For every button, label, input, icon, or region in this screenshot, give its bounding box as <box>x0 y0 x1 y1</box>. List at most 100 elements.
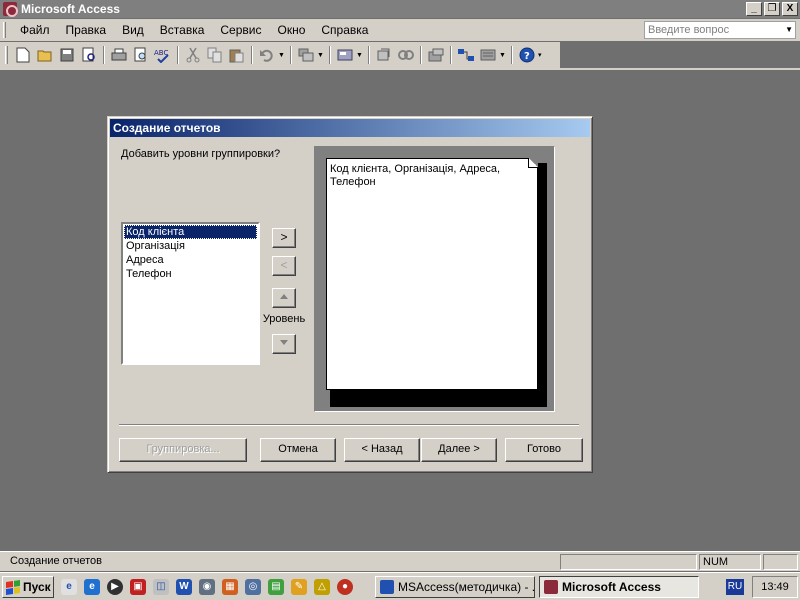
toolbar-separator <box>450 46 452 64</box>
new-object-icon[interactable] <box>477 44 499 66</box>
access-task-icon <box>544 580 558 594</box>
office-links-dropdown-icon[interactable]: ▼ <box>317 52 326 59</box>
properties-icon[interactable] <box>425 44 447 66</box>
status-panel-blank <box>560 554 697 570</box>
menu-help[interactable]: Справка <box>313 21 376 39</box>
restore-button[interactable]: ❐ <box>764 2 780 16</box>
taskbar-word-document[interactable]: MSAccess(методичка) - ... <box>375 576 535 598</box>
quicklaunch-explorer-icon[interactable]: ▤ <box>268 579 284 595</box>
priority-down-button[interactable] <box>272 334 296 354</box>
back-button[interactable]: < Назад <box>344 438 420 462</box>
page-fold-icon <box>528 158 538 168</box>
help-icon[interactable]: ? <box>516 44 538 66</box>
add-grouping-button[interactable]: > <box>272 228 296 248</box>
cut-icon[interactable] <box>182 44 204 66</box>
preview-page: Код клієнта, Організація, Адреса, Телефо… <box>326 158 538 390</box>
menu-file[interactable]: Файл <box>12 21 58 39</box>
new-object-dropdown-icon[interactable]: ▼ <box>499 52 508 59</box>
toolbar-separator <box>177 46 179 64</box>
field-item-organization[interactable]: Організація <box>124 239 257 253</box>
start-label: Пуск <box>23 580 51 594</box>
taskbar-microsoft-access[interactable]: Microsoft Access <box>539 576 699 598</box>
search-file-icon[interactable] <box>78 44 100 66</box>
minimize-button[interactable]: _ <box>746 2 762 16</box>
undo-icon[interactable] <box>256 44 278 66</box>
quicklaunch-media-player-icon[interactable]: ▶ <box>107 579 123 595</box>
available-fields-list[interactable]: Код клієнта Організація Адреса Телефон <box>121 222 260 365</box>
analyze-dropdown-icon[interactable]: ▼ <box>356 52 365 59</box>
undo-dropdown-icon[interactable]: ▼ <box>278 52 287 59</box>
standard-toolbar: ABC ▼ ▼ ▼ ▼ ? ▾ <box>0 42 560 68</box>
code-icon[interactable] <box>373 44 395 66</box>
next-button[interactable]: Далее > <box>421 438 497 462</box>
toolbar-grip[interactable] <box>5 46 8 64</box>
quicklaunch-outlook-icon[interactable]: ▣ <box>130 579 146 595</box>
quicklaunch-record-icon[interactable]: ● <box>337 579 353 595</box>
script-icon[interactable] <box>395 44 417 66</box>
print-preview-icon[interactable] <box>130 44 152 66</box>
quicklaunch-search-icon[interactable]: ◉ <box>199 579 215 595</box>
grouping-options-button[interactable]: Группировка... <box>119 438 247 462</box>
language-indicator[interactable]: RU <box>726 579 744 595</box>
taskbar-word-label: MSAccess(методичка) - ... <box>398 580 535 594</box>
taskbar-access-label: Microsoft Access <box>562 580 661 594</box>
spell-check-icon[interactable]: ABC <box>152 44 174 66</box>
word-doc-icon <box>380 580 394 594</box>
system-clock[interactable]: 13:49 <box>752 576 798 598</box>
preview-fields-text: Код клієнта, Організація, Адреса, Телефо… <box>330 163 501 188</box>
menu-insert[interactable]: Вставка <box>152 21 213 39</box>
open-icon[interactable] <box>34 44 56 66</box>
menu-tools[interactable]: Сервис <box>212 21 269 39</box>
priority-up-button[interactable] <box>272 288 296 308</box>
quicklaunch-tool-icon[interactable]: △ <box>314 579 330 595</box>
quicklaunch-word-icon[interactable]: W <box>176 579 192 595</box>
field-item-phone[interactable]: Телефон <box>124 267 257 281</box>
quicklaunch-show-desktop-icon[interactable]: e <box>61 579 77 595</box>
menu-bar: Файл Правка Вид Вставка Сервис Окно Спра… <box>0 19 800 41</box>
window-titlebar: Microsoft Access _ ❐ X <box>0 0 800 18</box>
ask-question-input[interactable]: Введите вопрос ▼ <box>644 21 796 39</box>
menu-view[interactable]: Вид <box>114 21 152 39</box>
relationships-icon[interactable] <box>455 44 477 66</box>
ask-dropdown-icon[interactable]: ▼ <box>785 22 793 38</box>
ask-question-placeholder: Введите вопрос <box>648 24 730 36</box>
analyze-icon[interactable] <box>334 44 356 66</box>
close-button[interactable]: X <box>782 2 798 16</box>
field-item-address[interactable]: Адреса <box>124 253 257 267</box>
svg-text:?: ? <box>524 51 530 62</box>
arrow-up-icon <box>280 294 288 300</box>
status-bar: Создание отчетов NUM <box>0 551 800 571</box>
save-icon[interactable] <box>56 44 78 66</box>
cancel-button[interactable]: Отмена <box>260 438 336 462</box>
toolbar-area-border <box>0 68 800 70</box>
quicklaunch-app-icon[interactable]: ✎ <box>291 579 307 595</box>
remove-grouping-button[interactable]: < <box>272 256 296 276</box>
print-icon[interactable] <box>108 44 130 66</box>
arrow-down-icon <box>280 340 288 346</box>
status-text: Создание отчетов <box>10 555 102 567</box>
copy-icon[interactable] <box>204 44 226 66</box>
menu-edit[interactable]: Правка <box>58 21 115 39</box>
dialog-title: Создание отчетов <box>110 119 590 137</box>
toolbar-separator <box>290 46 292 64</box>
new-icon[interactable] <box>12 44 34 66</box>
menu-window[interactable]: Окно <box>269 21 313 39</box>
toolbar-options-icon[interactable]: ▾ <box>538 51 547 59</box>
finish-button[interactable]: Готово <box>505 438 583 462</box>
quicklaunch-grid-icon[interactable]: ▦ <box>222 579 238 595</box>
access-app-icon[interactable] <box>3 2 18 17</box>
office-links-icon[interactable] <box>295 44 317 66</box>
windows-logo-icon <box>6 579 20 595</box>
toolbar-separator <box>329 46 331 64</box>
quicklaunch-network-icon[interactable]: ◎ <box>245 579 261 595</box>
num-lock-indicator: NUM <box>699 554 761 570</box>
quicklaunch-ie-icon[interactable]: e <box>84 579 100 595</box>
toolbar-separator <box>103 46 105 64</box>
grouping-preview-panel: Код клієнта, Організація, Адреса, Телефо… <box>314 146 555 412</box>
quicklaunch-folder-icon[interactable]: ◫ <box>153 579 169 595</box>
menubar-grip[interactable] <box>3 22 6 38</box>
start-button[interactable]: Пуск <box>2 576 54 598</box>
field-item-client-code[interactable]: Код клієнта <box>124 225 257 239</box>
paste-icon[interactable] <box>226 44 248 66</box>
toolbar-separator <box>420 46 422 64</box>
